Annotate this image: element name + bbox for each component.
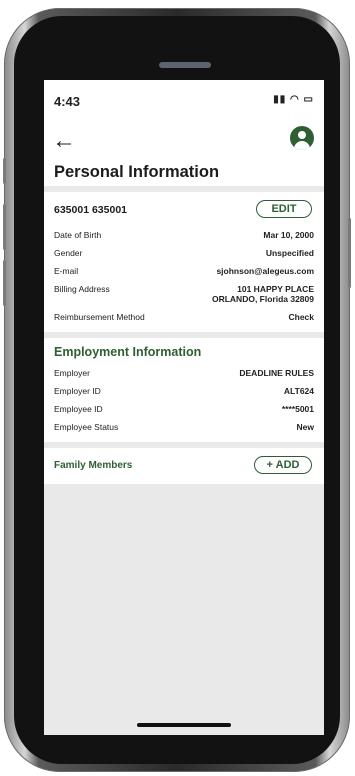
field-row-billing-address: Billing Address 101 HAPPY PLACE ORLANDO,…: [54, 282, 314, 310]
field-label: E-mail: [54, 266, 79, 276]
field-row-employer: Employer DEADLINE RULES: [54, 366, 314, 384]
field-label: Billing Address: [54, 284, 110, 294]
personal-info-card: 635001 635001 EDIT Date of Birth Mar 10,…: [44, 192, 324, 332]
field-label: Employer ID: [54, 386, 101, 396]
field-label: Gender: [54, 248, 83, 258]
power-button: [348, 218, 351, 288]
nav-bar: ←: [44, 126, 324, 162]
field-value: Check: [288, 312, 314, 322]
status-icons: ▮▮ ◠ ▭: [273, 94, 314, 105]
page-header: Personal Information: [44, 162, 324, 186]
field-row-dob: Date of Birth Mar 10, 2000: [54, 228, 314, 246]
home-indicator[interactable]: [137, 723, 231, 727]
field-row-employee-status: Employee Status New: [54, 420, 314, 442]
field-value: New: [296, 422, 314, 432]
field-row-email: E-mail sjohnson@alegeus.com: [54, 264, 314, 282]
field-label: Employer: [54, 368, 90, 378]
field-row-employee-id: Employee ID ****5001: [54, 402, 314, 420]
field-label: Employee Status: [54, 422, 119, 432]
mute-switch: [3, 158, 6, 184]
field-row-reimbursement: Reimbursement Method Check: [54, 310, 314, 332]
field-label: Date of Birth: [54, 230, 102, 240]
field-value: ALT624: [283, 386, 314, 396]
back-arrow-icon[interactable]: ←: [52, 128, 76, 154]
field-value: sjohnson@alegeus.com: [216, 266, 314, 276]
profile-avatar-icon[interactable]: [290, 126, 314, 150]
address-line-2: ORLANDO, Florida 32809: [211, 294, 314, 304]
employment-info-card: Employment Information Employer DEADLINE…: [44, 338, 324, 442]
field-label: Employee ID: [54, 404, 103, 414]
account-name: 635001 635001: [54, 204, 127, 216]
add-family-member-button[interactable]: + ADD: [254, 456, 312, 474]
family-members-card: Family Members + ADD: [44, 448, 324, 484]
volume-up-button: [3, 204, 6, 250]
app-screen: 4:43 ▮▮ ◠ ▭ ← Personal Information 63500…: [44, 80, 324, 735]
field-value: Mar 10, 2000: [263, 230, 314, 240]
field-value: Unspecified: [265, 248, 314, 258]
earpiece-speaker: [159, 62, 211, 68]
status-time: 4:43: [54, 94, 81, 109]
status-bar: 4:43 ▮▮ ◠ ▭: [44, 80, 324, 126]
field-value: ****5001: [281, 404, 314, 414]
field-row-employer-id: Employer ID ALT624: [54, 384, 314, 402]
section-title: Employment Information: [54, 345, 202, 359]
volume-down-button: [3, 260, 6, 306]
field-value: DEADLINE RULES: [239, 368, 314, 378]
address-line-1: 101 HAPPY PLACE: [237, 284, 314, 294]
field-value: 101 HAPPY PLACE ORLANDO, Florida 32809: [212, 282, 314, 304]
field-label: Reimbursement Method: [54, 312, 145, 322]
edit-button[interactable]: EDIT: [256, 200, 312, 218]
field-row-gender: Gender Unspecified: [54, 246, 314, 264]
section-title: Family Members: [54, 460, 133, 471]
page-title: Personal Information: [54, 163, 220, 181]
